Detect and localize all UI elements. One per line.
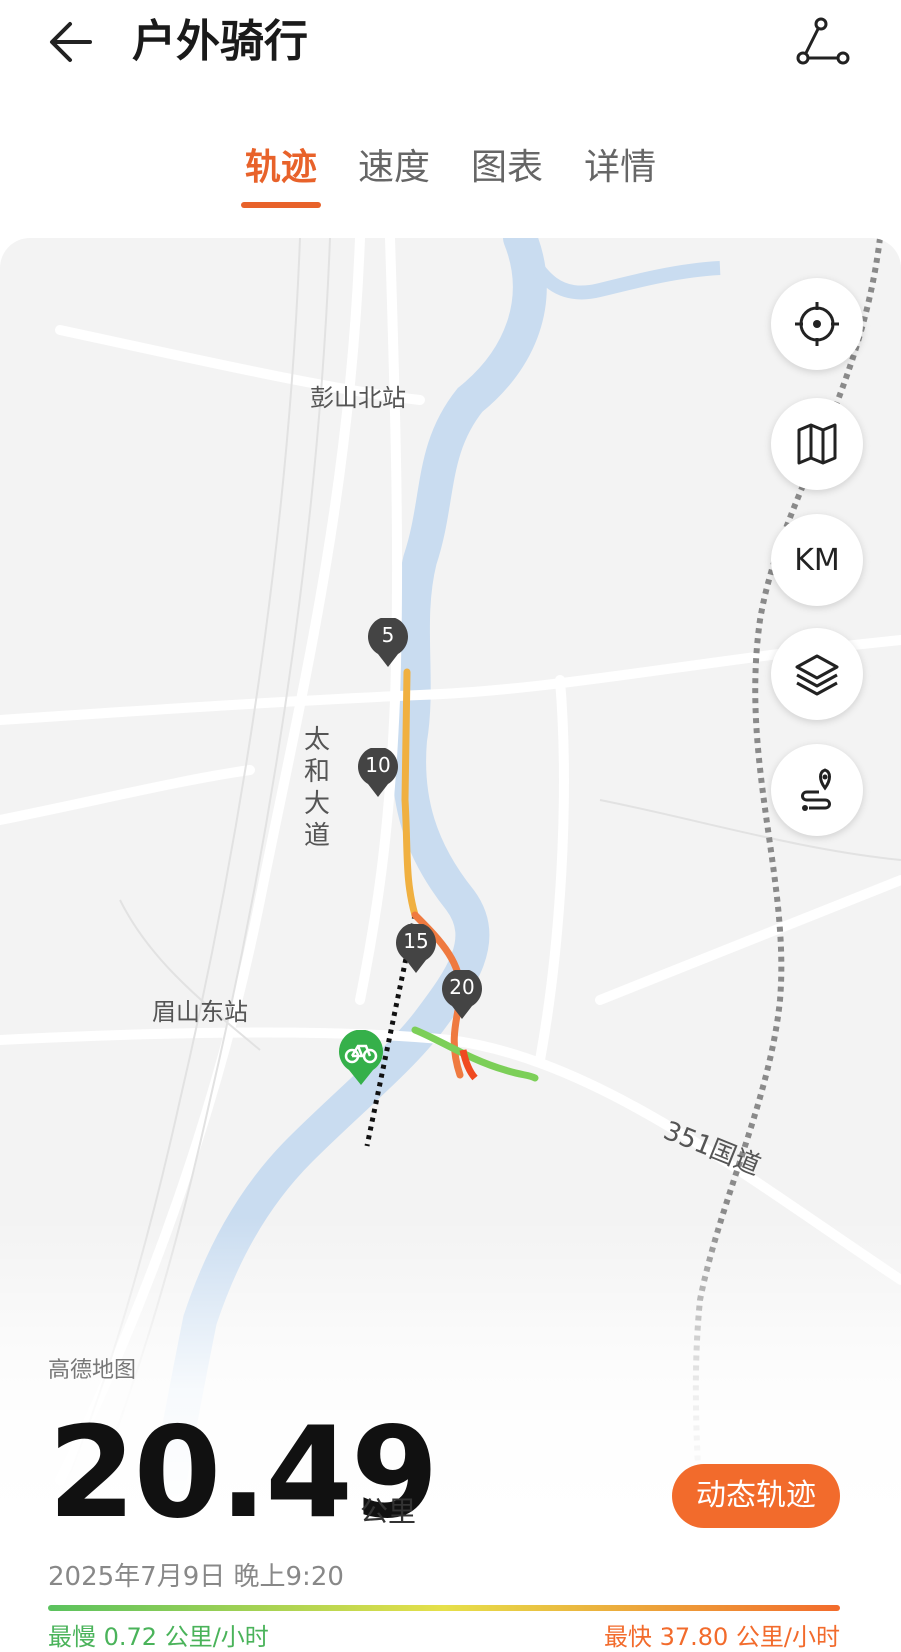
tab-speed[interactable]: 速度	[354, 140, 434, 196]
speed-gradient-bar	[48, 1605, 840, 1611]
km-label: KM	[794, 542, 840, 578]
layers-button[interactable]	[771, 628, 863, 720]
header: 户外骑行	[0, 0, 901, 90]
ride-datetime: 2025年7月9日 晚上9:20	[48, 1562, 344, 1592]
map-provider-label: 高德地图	[48, 1358, 137, 1383]
tab-bar: 轨迹 速度 图表 详情	[0, 140, 901, 220]
station-north-label: 彭山北站	[310, 384, 406, 412]
dynamic-track-button[interactable]: 动态轨迹	[672, 1464, 840, 1528]
station-east-label: 眉山东站	[152, 998, 248, 1026]
distance-unit: 公里	[360, 1495, 417, 1528]
tab-chart[interactable]: 图表	[467, 140, 547, 196]
page-title: 户外骑行	[132, 16, 308, 67]
bicycle-icon	[339, 1029, 383, 1085]
km-marker-10[interactable]: 10	[356, 746, 400, 798]
map-type-button[interactable]	[771, 398, 863, 490]
avenue-label: 太和大道	[303, 725, 330, 851]
route-pin-icon	[801, 768, 831, 811]
locate-button[interactable]	[771, 278, 863, 370]
route-pin-button[interactable]	[771, 744, 863, 836]
km-marker-15[interactable]: 15	[394, 922, 438, 974]
back-arrow-icon[interactable]	[46, 14, 102, 70]
locate-icon	[795, 302, 839, 346]
km-marker-20[interactable]: 20	[440, 968, 484, 1020]
layers-icon	[795, 654, 839, 696]
map-icon	[797, 423, 837, 465]
tab-track[interactable]: 轨迹	[240, 140, 321, 208]
route-share-icon[interactable]	[793, 14, 853, 74]
km-marker-5[interactable]: 5	[366, 616, 410, 668]
start-marker[interactable]	[336, 1029, 386, 1086]
km-button[interactable]: KM	[771, 514, 863, 606]
tab-details[interactable]: 详情	[580, 140, 660, 196]
